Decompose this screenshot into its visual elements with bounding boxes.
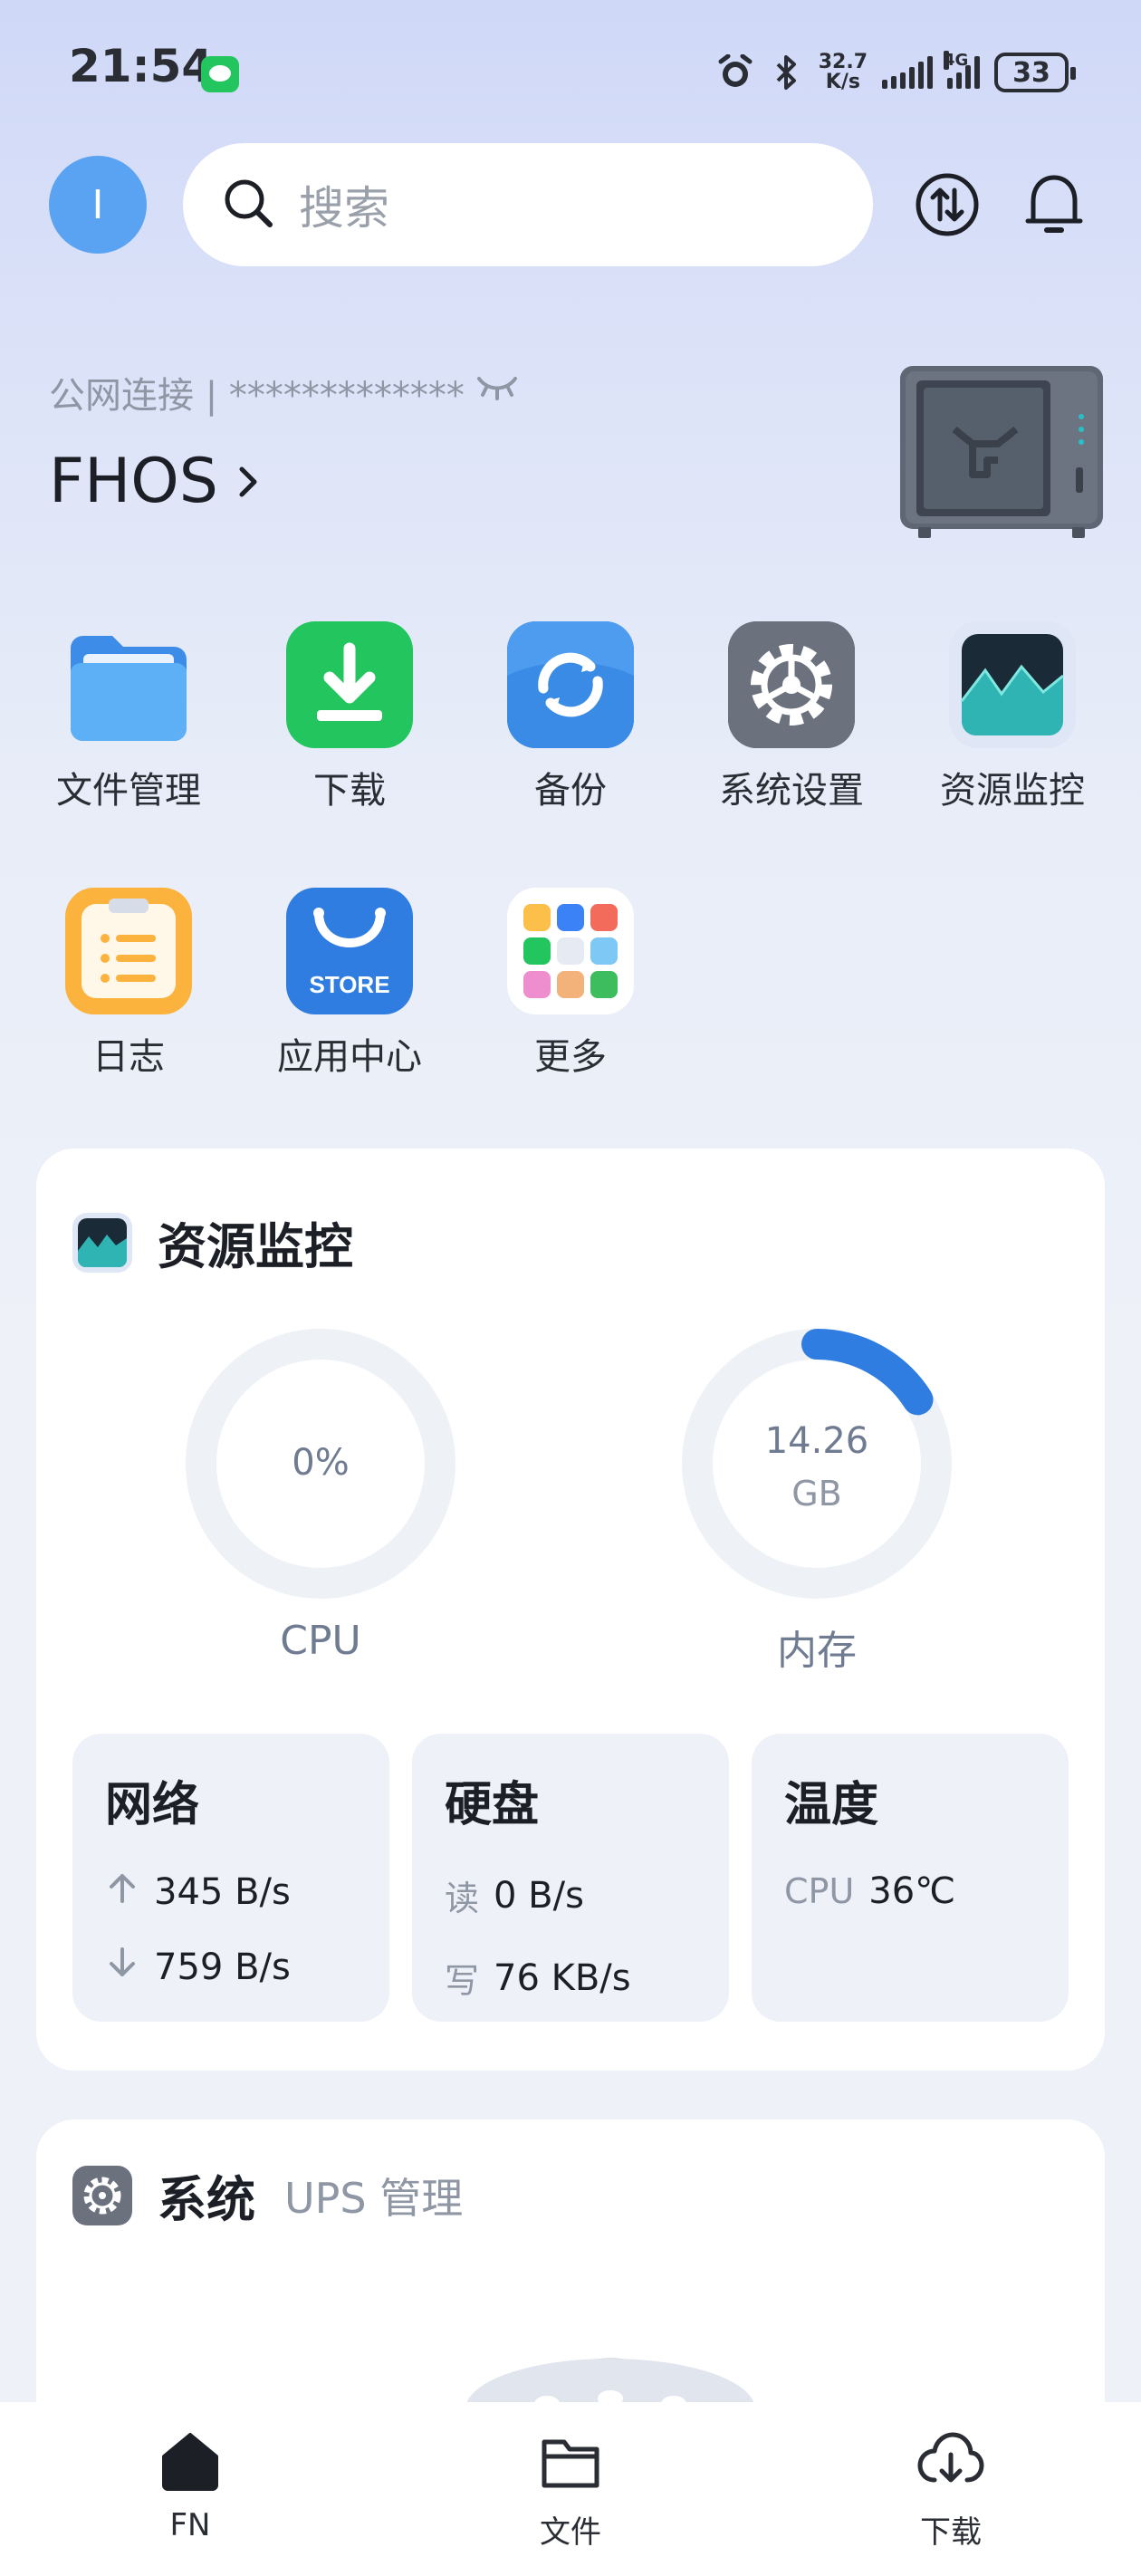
folder-outline-icon: [539, 2429, 602, 2496]
disk-title: 硬盘: [445, 1778, 540, 1832]
cpu-temp-value: 36℃: [868, 1870, 956, 1912]
nav-fn[interactable]: FN: [100, 2429, 281, 2543]
settings-icon: [728, 621, 855, 748]
nav-label: FN: [169, 2507, 211, 2543]
nav-files[interactable]: 文件: [480, 2429, 661, 2552]
temperature-title: 温度: [784, 1778, 879, 1832]
status-icons: 32.7 K/s 4G 33: [717, 45, 1076, 100]
disk-write-label: 写: [445, 1961, 480, 2001]
cloud-download-icon: [916, 2429, 985, 2496]
connection-label: 公网连接 | *************: [49, 375, 465, 417]
disk-read-label: 读: [445, 1879, 480, 1918]
avatar[interactable]: I: [49, 156, 147, 254]
store-icon: STORE: [286, 888, 413, 1014]
download-row: 759 B/s: [105, 1946, 357, 1988]
memory-label: 内存: [777, 1628, 857, 1674]
app-label: 更多: [534, 1036, 607, 1078]
status-time: 21:54: [69, 40, 214, 92]
disk-write-value: 76 KB/s: [494, 1956, 631, 1999]
search-icon: [221, 176, 275, 234]
cpu-label: CPU: [280, 1618, 361, 1664]
server-name: FHOS: [49, 446, 218, 517]
server-name-link[interactable]: FHOS: [49, 446, 262, 517]
disk-write-row: 写 76 KB/s: [445, 1953, 696, 2003]
chevron-right-icon: [235, 446, 262, 517]
app-label: 日志: [92, 1036, 165, 1078]
app-resource-monitor[interactable]: 资源监控: [902, 621, 1123, 813]
app-label: 资源监控: [940, 770, 1085, 812]
app-log[interactable]: 日志: [18, 888, 239, 1080]
connection-status: 公网连接 | *************: [49, 366, 521, 418]
resource-card-title: 资源监控: [158, 1218, 353, 1275]
memory-gauge: 14.26 GB: [681, 1328, 953, 1600]
network-type: 4G: [944, 51, 969, 70]
battery-level: 33: [1012, 56, 1050, 89]
app-download[interactable]: 下载: [239, 621, 460, 813]
disk-read-value: 0 B/s: [494, 1874, 584, 1917]
settings-icon: [72, 2165, 132, 2225]
cellular-signal-icon: 4G: [944, 51, 980, 89]
battery-indicator: 33: [994, 53, 1076, 92]
alarm-icon: [717, 54, 753, 91]
app-label: 应用中心: [277, 1036, 422, 1078]
network-speed-value: 32.7: [818, 51, 868, 73]
system-card-title: 系统: [158, 2171, 255, 2228]
cpu-value: 0%: [292, 1442, 349, 1484]
nav-download[interactable]: 下载: [860, 2429, 1041, 2552]
app-file-manager[interactable]: 文件管理: [18, 621, 239, 813]
network-tile[interactable]: 网络 345 B/s 759 B/s: [72, 1734, 389, 2022]
bell-icon[interactable]: [1012, 163, 1096, 246]
upload-row: 345 B/s: [105, 1870, 357, 1913]
bottom-navigation: FN 文件 下载: [0, 2402, 1141, 2576]
arrow-up-icon: [105, 1870, 139, 1913]
backup-icon: [507, 621, 634, 748]
cpu-gauge: 0%: [185, 1328, 456, 1600]
card-title: 系统 UPS 管理: [72, 2159, 463, 2231]
network-title: 网络: [105, 1778, 200, 1832]
disk-read-row: 读 0 B/s: [445, 1870, 696, 1920]
status-bar: 21:54 32.7 K/s 4G 33: [0, 0, 1141, 145]
folder-icon: [65, 621, 192, 748]
bluetooth-icon: [768, 54, 804, 91]
network-speed-unit: K/s: [825, 71, 860, 93]
download-speed: 759 B/s: [154, 1946, 291, 1988]
search-placeholder: 搜索: [299, 182, 389, 235]
nas-device-image: [900, 366, 1103, 538]
nav-label: 文件: [540, 2514, 601, 2551]
app-label: 下载: [313, 770, 386, 812]
nav-label: 下载: [920, 2514, 982, 2551]
app-label: 文件管理: [56, 770, 201, 812]
log-icon: [65, 888, 192, 1014]
avatar-letter: I: [91, 181, 104, 228]
app-more[interactable]: 更多: [460, 888, 681, 1080]
eye-closed-icon[interactable]: [474, 370, 521, 415]
cpu-temp-row: CPU 36℃: [784, 1870, 1036, 1912]
monitor-icon: [72, 1212, 132, 1273]
memory-unit: GB: [791, 1474, 842, 1514]
app-system-settings[interactable]: 系统设置: [681, 621, 902, 813]
more-icon: [507, 888, 634, 1014]
app-label: 备份: [534, 770, 607, 812]
arrow-down-icon: [105, 1946, 139, 1988]
resource-monitor-card[interactable]: 资源监控 0% CPU 14.26 GB 内存 网络 345 B/s 759 B…: [36, 1149, 1105, 2071]
download-icon: [286, 621, 413, 748]
search-bar[interactable]: 搜索: [183, 143, 873, 266]
wifi-signal-icon: [882, 56, 933, 89]
ups-management-tab[interactable]: UPS 管理: [284, 2166, 463, 2225]
app-label: 系统设置: [719, 770, 864, 812]
temperature-tile[interactable]: 温度 CPU 36℃: [752, 1734, 1069, 2022]
app-store[interactable]: STORE 应用中心: [239, 888, 460, 1080]
cpu-temp-label: CPU: [784, 1871, 855, 1911]
upload-speed: 345 B/s: [154, 1870, 291, 1913]
network-speed: 32.7 K/s: [819, 53, 868, 92]
memory-value: 14.26: [765, 1420, 869, 1462]
disk-tile[interactable]: 硬盘 读 0 B/s 写 76 KB/s: [412, 1734, 729, 2022]
wechat-notification-icon: [201, 56, 239, 92]
store-badge-text: STORE: [309, 971, 389, 998]
transfer-icon[interactable]: [906, 163, 989, 246]
home-icon: [158, 2429, 222, 2496]
card-title: 资源监控: [72, 1206, 353, 1278]
app-backup[interactable]: 备份: [460, 621, 681, 813]
monitor-icon: [949, 621, 1076, 748]
